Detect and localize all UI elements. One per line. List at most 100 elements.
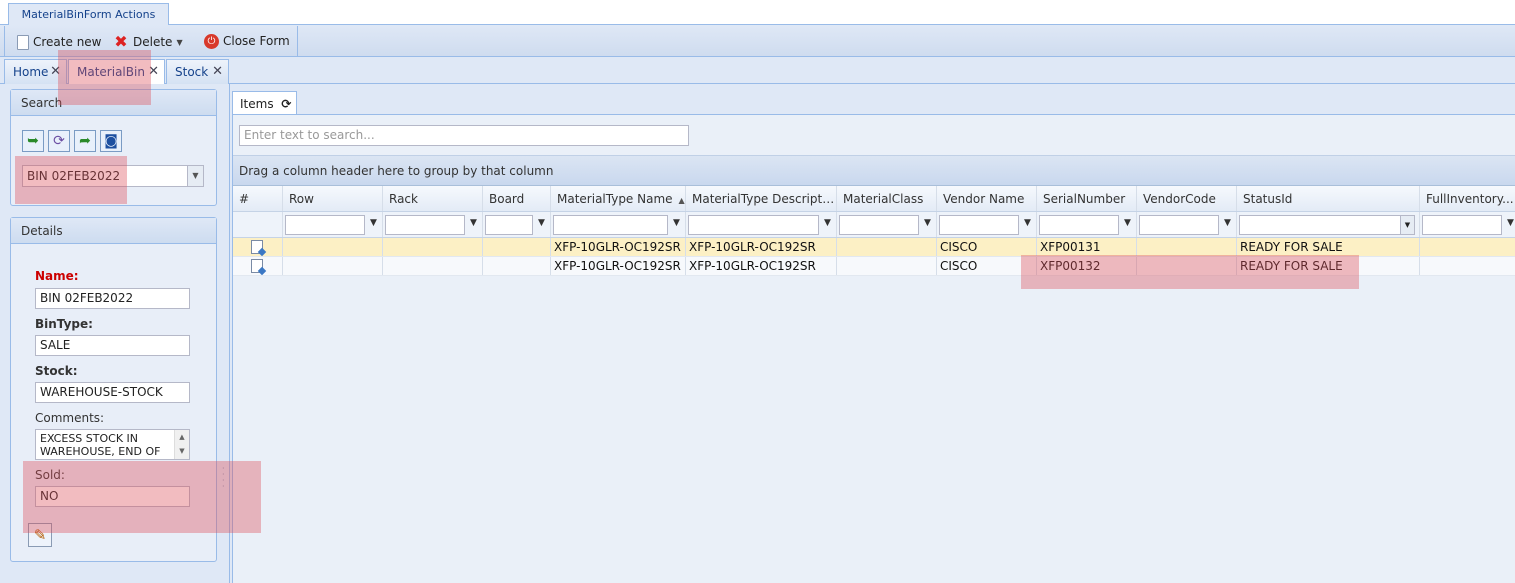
details-panel: Details Name: BIN 02FEB2022 BinType: SAL… xyxy=(10,217,217,562)
search-nav-icons: ➥ ⟳ ➦ ◙ xyxy=(22,130,122,152)
col-header[interactable]: VendorCode xyxy=(1137,186,1237,211)
bintype-label: BinType: xyxy=(35,317,93,331)
filter-cell: ▼ xyxy=(383,212,483,237)
filter-cell: ▼ xyxy=(551,212,686,237)
filter-icon[interactable]: ▼ xyxy=(1024,218,1031,228)
refresh-icon[interactable]: ⟳ xyxy=(281,97,291,111)
filter-input[interactable] xyxy=(939,215,1019,235)
table-row[interactable]: XFP-10GLR-OC192SR XFP-10GLR-OC192SR CISC… xyxy=(233,257,1515,276)
edit-document-icon[interactable] xyxy=(251,259,263,273)
splitter-grip[interactable]: · · · · xyxy=(222,465,225,491)
row-edit-cell[interactable] xyxy=(233,257,283,275)
filter-input[interactable] xyxy=(385,215,465,235)
comments-field[interactable]: EXCESS STOCK IN WAREHOUSE, END OF ▲ ▼ xyxy=(35,429,190,460)
filter-icon[interactable]: ▼ xyxy=(470,218,477,228)
filter-input[interactable] xyxy=(285,215,365,235)
bin-select[interactable]: BIN 02FEB2022 ▼ xyxy=(22,165,204,187)
filter-cell: ▼ xyxy=(937,212,1037,237)
edit-document-icon[interactable] xyxy=(251,240,263,254)
sold-field[interactable]: NO xyxy=(35,486,190,507)
col-header-materialtype-name[interactable]: MaterialType Name ▲ xyxy=(551,186,686,211)
col-header[interactable]: StatusId xyxy=(1237,186,1420,211)
tab-items-label: Items xyxy=(240,97,274,111)
group-by-bar[interactable]: Drag a column header here to group by th… xyxy=(233,155,1515,186)
close-icon[interactable]: ✕ xyxy=(212,60,223,84)
search-panel: Search ➥ ⟳ ➦ ◙ BIN 02FEB2022 ▼ xyxy=(10,89,217,206)
col-header[interactable]: Vendor Name xyxy=(937,186,1037,211)
comments-label: Comments: xyxy=(35,411,105,425)
filter-icon[interactable]: ▼ xyxy=(370,218,377,228)
tab-materialbin[interactable]: MaterialBin ✕ xyxy=(68,59,165,85)
status-filter-select[interactable]: ▼ xyxy=(1239,215,1415,235)
name-field[interactable]: BIN 02FEB2022 xyxy=(35,288,190,309)
filter-cell: ▼ xyxy=(1037,212,1137,237)
filter-input[interactable] xyxy=(1139,215,1219,235)
cell-status: READY FOR SALE xyxy=(1237,238,1420,256)
cell-materialclass xyxy=(837,257,937,275)
filter-icon[interactable]: ▼ xyxy=(1507,218,1514,228)
row-edit-cell[interactable] xyxy=(233,238,283,256)
create-new-button[interactable]: Create new xyxy=(15,32,102,52)
cell-materialtype-desc: XFP-10GLR-OC192SR xyxy=(686,257,837,275)
col-header[interactable]: MaterialType Descripti... xyxy=(686,186,837,211)
tab-stock-label: Stock xyxy=(175,65,209,79)
filter-cell: ▼ xyxy=(1420,212,1515,237)
tab-items[interactable]: Items ⟳ xyxy=(232,91,297,115)
cell-serial-number: XFP00132 xyxy=(1037,257,1137,275)
col-header[interactable]: Board xyxy=(483,186,551,211)
chevron-down-icon[interactable]: ▼ xyxy=(187,166,203,186)
close-icon[interactable]: ✕ xyxy=(148,60,159,84)
comments-scrollbar[interactable]: ▲ ▼ xyxy=(174,430,189,459)
delete-button[interactable]: ✖ Delete ▼ xyxy=(113,32,182,52)
toolbar: Create new ✖ Delete ▼ ⏻ Close Form xyxy=(0,25,1515,57)
filter-input[interactable] xyxy=(688,215,819,235)
previous-arrow-icon[interactable]: ➥ xyxy=(22,130,44,152)
filter-input[interactable] xyxy=(839,215,919,235)
close-form-button[interactable]: ⏻ Close Form xyxy=(204,31,290,51)
bintype-field[interactable]: SALE xyxy=(35,335,190,356)
binoculars-icon[interactable]: ◙ xyxy=(100,130,122,152)
col-header[interactable]: Row xyxy=(283,186,383,211)
filter-icon[interactable]: ▼ xyxy=(673,218,680,228)
cell-row xyxy=(283,257,383,275)
create-new-label: Create new xyxy=(33,35,102,49)
cell-serial-number: XFP00131 xyxy=(1037,238,1137,256)
col-header[interactable]: FullInventory... xyxy=(1420,186,1515,211)
grid-search-input[interactable]: Enter text to search... xyxy=(239,125,689,146)
filter-icon[interactable]: ▼ xyxy=(1124,218,1131,228)
stock-field[interactable]: WAREHOUSE-STOCK xyxy=(35,382,190,403)
filter-input[interactable] xyxy=(1039,215,1119,235)
panel-splitter[interactable]: · · · · xyxy=(219,84,230,583)
comments-value: EXCESS STOCK IN WAREHOUSE, END OF xyxy=(40,432,161,458)
filter-cell: ▼ xyxy=(1237,212,1420,237)
col-header[interactable]: # xyxy=(233,186,283,211)
tab-materialbin-label: MaterialBin xyxy=(77,65,145,79)
col-header[interactable]: MaterialClass xyxy=(837,186,937,211)
filter-icon[interactable]: ▼ xyxy=(824,218,831,228)
col-header[interactable]: SerialNumber xyxy=(1037,186,1137,211)
refresh-icon[interactable]: ⟳ xyxy=(48,130,70,152)
col-header-label: MaterialType Name xyxy=(557,192,673,206)
filter-icon[interactable]: ▼ xyxy=(1224,218,1231,228)
close-icon[interactable]: ✕ xyxy=(50,60,61,84)
next-arrow-icon[interactable]: ➦ xyxy=(74,130,96,152)
delete-x-icon: ✖ xyxy=(114,32,128,51)
tab-home-label: Home xyxy=(13,65,49,79)
main-tabs: Home ✕ MaterialBin ✕ Stock ✕ xyxy=(0,57,1515,85)
tab-home[interactable]: Home ✕ xyxy=(4,59,67,84)
edit-button[interactable]: ✎ xyxy=(28,523,52,547)
tab-stock[interactable]: Stock ✕ xyxy=(166,59,229,84)
filter-input[interactable] xyxy=(485,215,533,235)
col-header[interactable]: Rack xyxy=(383,186,483,211)
ribbon-tab-actions[interactable]: MaterialBinForm Actions xyxy=(8,3,169,26)
search-panel-title: Search xyxy=(11,90,216,116)
table-row[interactable]: XFP-10GLR-OC192SR XFP-10GLR-OC192SR CISC… xyxy=(233,238,1515,257)
filter-input[interactable] xyxy=(553,215,668,235)
cell-board xyxy=(483,238,551,256)
filter-icon[interactable]: ▼ xyxy=(924,218,931,228)
filter-input[interactable] xyxy=(1422,215,1502,235)
filter-icon[interactable]: ▼ xyxy=(538,218,545,228)
filter-cell xyxy=(233,212,283,237)
chevron-down-icon[interactable]: ▼ xyxy=(1400,216,1414,234)
bin-select-value: BIN 02FEB2022 xyxy=(27,169,121,183)
